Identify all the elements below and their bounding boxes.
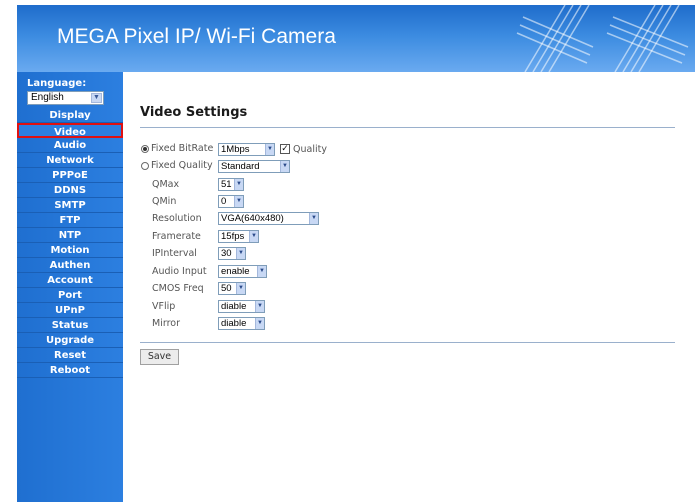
chevron-down-icon: ▼ (234, 196, 243, 207)
divider (140, 342, 675, 343)
framerate-value: 15fps (221, 231, 245, 242)
sidebar-item-ddns[interactable]: DDNS (17, 183, 123, 198)
chevron-down-icon: ▼ (236, 283, 245, 294)
sidebar-item-network[interactable]: Network (17, 153, 123, 168)
cmos-freq-value: 50 (221, 283, 232, 294)
ipinterval-value: 30 (221, 248, 232, 259)
chevron-down-icon: ▼ (255, 318, 264, 329)
header-banner: MEGA Pixel IP/ Wi-Fi Camera (17, 5, 695, 72)
mirror-select[interactable]: diable ▼ (218, 317, 265, 330)
audio-input-value: enable (221, 266, 250, 277)
resolution-value: VGA(640x480) (221, 213, 284, 224)
fixed-quality-value: Standard (221, 161, 260, 172)
quality-checkbox-label: Quality (293, 144, 327, 155)
sidebar-menu: Display Video Audio Network PPPoE DDNS S… (17, 108, 123, 378)
framerate-select[interactable]: 15fps ▼ (218, 230, 259, 243)
resolution-select[interactable]: VGA(640x480) ▼ (218, 212, 319, 225)
resolution-label: Resolution (152, 213, 202, 224)
qmax-select[interactable]: 51 ▼ (218, 178, 244, 191)
sidebar-item-reset[interactable]: Reset (17, 348, 123, 363)
sidebar-item-smtp[interactable]: SMTP (17, 198, 123, 213)
ipinterval-label: IPInterval (152, 248, 197, 259)
fixed-bitrate-select[interactable]: 1Mbps ▼ (218, 143, 275, 156)
sidebar-item-upgrade[interactable]: Upgrade (17, 333, 123, 348)
sidebar-item-authen[interactable]: Authen (17, 258, 123, 273)
qmax-label: QMax (152, 179, 180, 190)
audio-input-select[interactable]: enable ▼ (218, 265, 267, 278)
app-title: MEGA Pixel IP/ Wi-Fi Camera (57, 25, 336, 48)
chevron-down-icon: ▼ (280, 161, 289, 172)
sidebar-item-account[interactable]: Account (17, 273, 123, 288)
chevron-down-icon: ▼ (255, 301, 264, 312)
mirror-value: diable (221, 318, 247, 329)
qmin-select[interactable]: 0 ▼ (218, 195, 244, 208)
language-select[interactable]: English ▼ (27, 91, 104, 105)
fixed-quality-select[interactable]: Standard ▼ (218, 160, 290, 173)
sidebar-item-ftp[interactable]: FTP (17, 213, 123, 228)
chevron-down-icon: ▼ (91, 93, 102, 103)
chevron-down-icon: ▼ (249, 231, 258, 242)
fixed-quality-label: Fixed Quality (151, 160, 213, 171)
audio-input-label: Audio Input (152, 266, 207, 277)
sidebar-item-reboot[interactable]: Reboot (17, 363, 123, 378)
qmin-label: QMin (152, 196, 177, 207)
decorative-pattern-icon (516, 5, 689, 72)
language-label: Language: (27, 78, 87, 89)
sidebar-item-display[interactable]: Display (17, 108, 123, 123)
vflip-label: VFlip (152, 301, 176, 312)
sidebar-item-video[interactable]: Video (17, 123, 123, 138)
chevron-down-icon: ▼ (236, 248, 245, 259)
fixed-bitrate-radio[interactable] (141, 145, 149, 153)
fixed-bitrate-value: 1Mbps (221, 144, 250, 155)
page-title: Video Settings (140, 105, 248, 120)
ipinterval-select[interactable]: 30 ▼ (218, 247, 246, 260)
sidebar-item-audio[interactable]: Audio (17, 138, 123, 153)
sidebar-item-upnp[interactable]: UPnP (17, 303, 123, 318)
divider (140, 127, 675, 128)
qmin-value: 0 (221, 196, 227, 207)
vflip-select[interactable]: diable ▼ (218, 300, 265, 313)
sidebar-item-pppoe[interactable]: PPPoE (17, 168, 123, 183)
chevron-down-icon: ▼ (309, 213, 318, 224)
sidebar-item-ntp[interactable]: NTP (17, 228, 123, 243)
cmos-freq-select[interactable]: 50 ▼ (218, 282, 246, 295)
save-button[interactable]: Save (140, 349, 179, 365)
mirror-label: Mirror (152, 318, 180, 329)
chevron-down-icon: ▼ (265, 144, 274, 155)
cmos-freq-label: CMOS Freq (152, 283, 204, 294)
qmax-value: 51 (221, 179, 232, 190)
quality-checkbox[interactable]: ✓ (280, 144, 290, 154)
framerate-label: Framerate (152, 231, 201, 242)
vflip-value: diable (221, 301, 247, 312)
sidebar-item-port[interactable]: Port (17, 288, 123, 303)
fixed-bitrate-label: Fixed BitRate (151, 143, 214, 154)
language-select-value: English (31, 92, 64, 103)
sidebar-item-motion[interactable]: Motion (17, 243, 123, 258)
sidebar-item-status[interactable]: Status (17, 318, 123, 333)
chevron-down-icon: ▼ (257, 266, 266, 277)
chevron-down-icon: ▼ (234, 179, 243, 190)
fixed-quality-radio[interactable] (141, 162, 149, 170)
